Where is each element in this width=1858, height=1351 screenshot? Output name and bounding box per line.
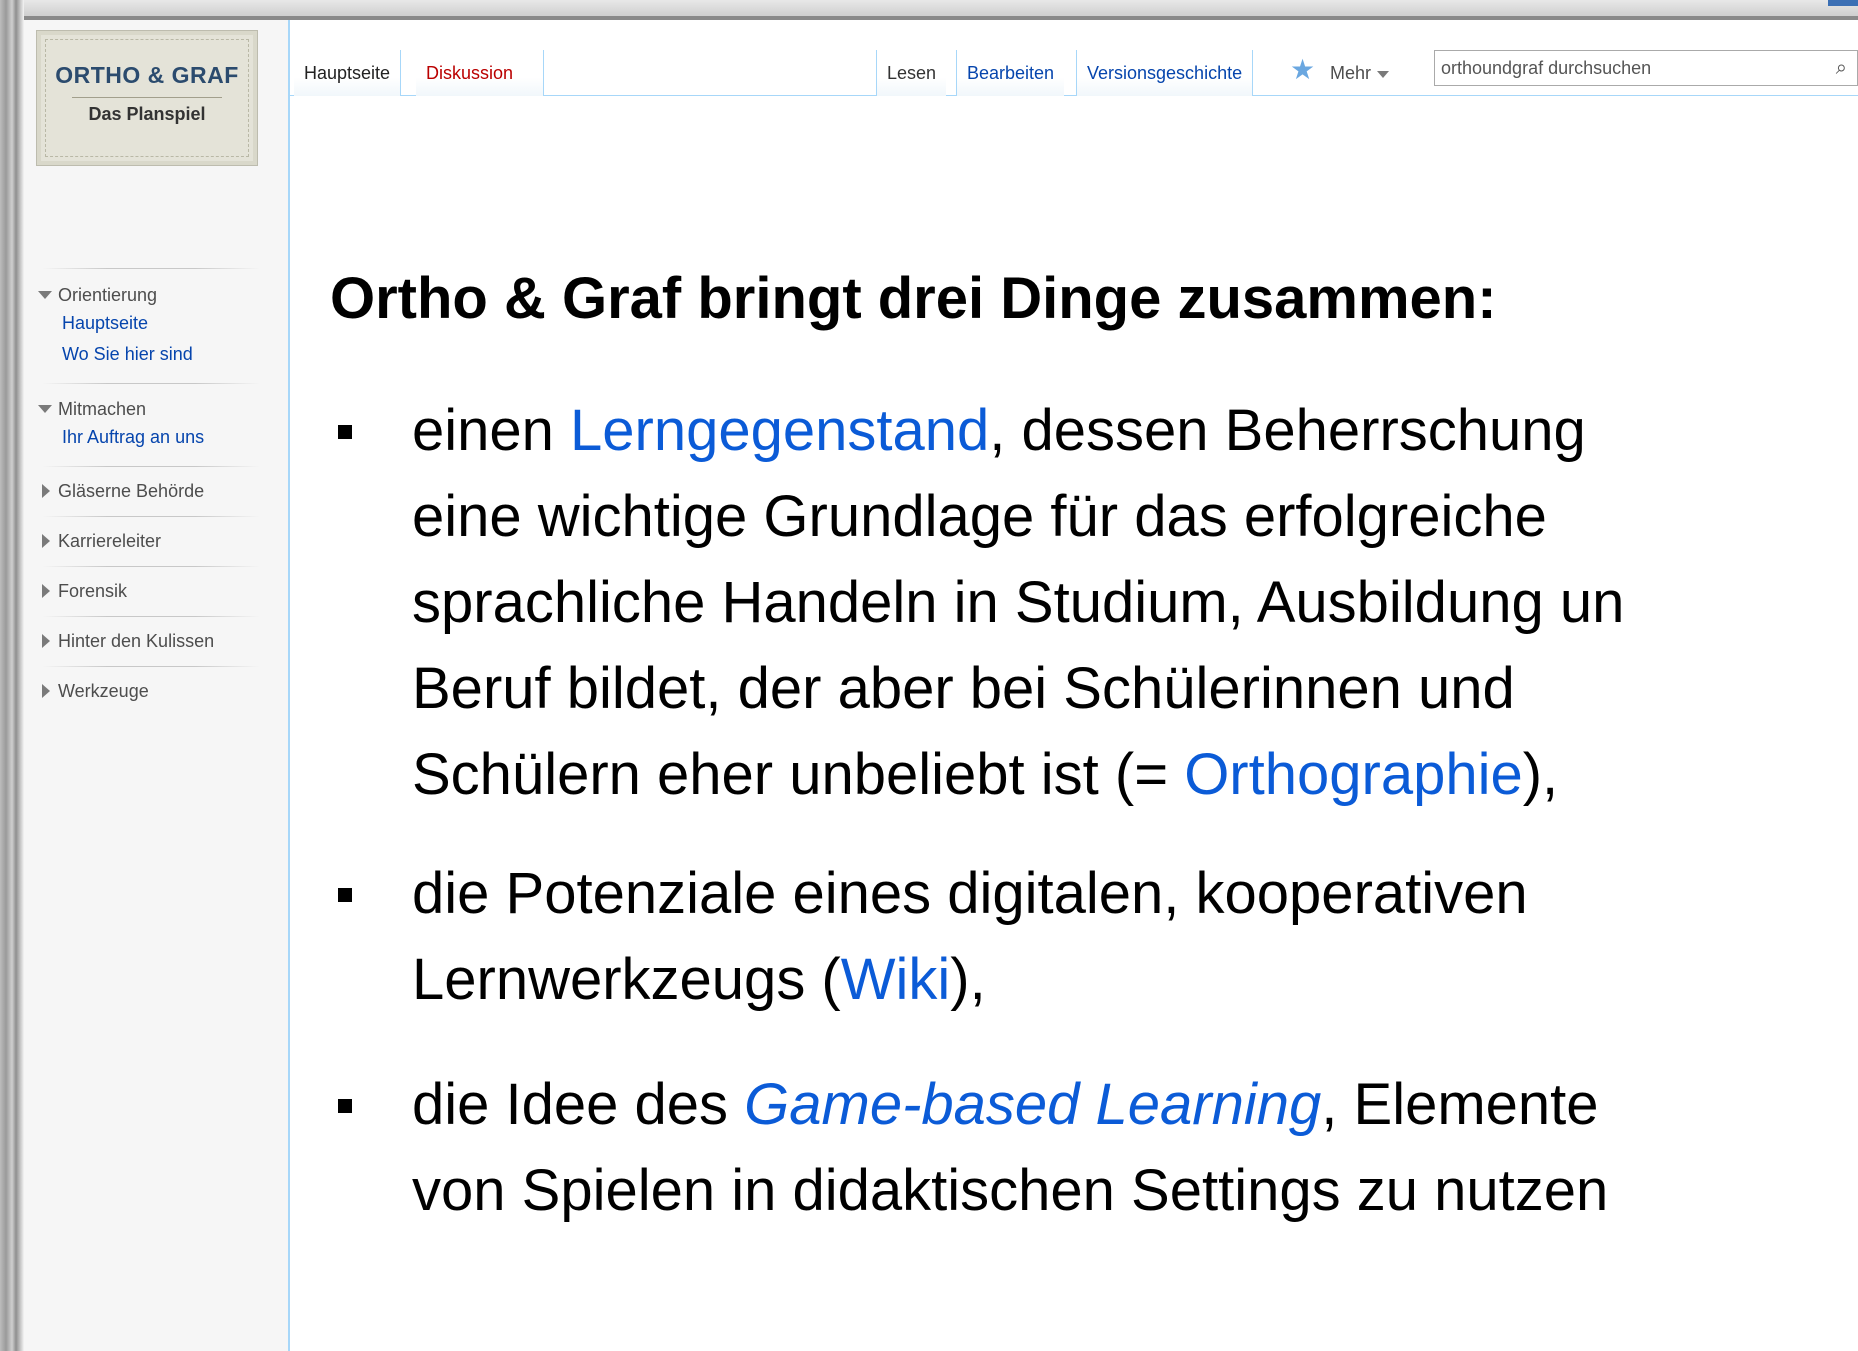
tab-diskussion[interactable]: Diskussion	[416, 50, 544, 96]
bullet-1-line-5: Schülern eher unbeliebt ist (= Orthograp…	[412, 732, 1558, 818]
expand-arrow-icon	[42, 584, 50, 598]
portal-heading-label: Werkzeuge	[58, 681, 149, 701]
bullet-marker	[338, 425, 352, 439]
portal-heading-label: Mitmachen	[58, 399, 147, 419]
more-menu[interactable]: Mehr	[1330, 50, 1390, 96]
portal-glaeserne-behoerde: Gläserne Behörde	[34, 478, 266, 504]
sidebar-item-wo-sie-hier-sind[interactable]: Wo Sie hier sind	[34, 339, 266, 370]
text-segment: Lernwerkzeugs (	[412, 947, 841, 1012]
expand-arrow-icon	[42, 634, 50, 648]
logo-title: ORTHO & GRAF	[55, 62, 239, 88]
text-segment: Schülern eher unbeliebt ist (=	[412, 742, 1185, 807]
magnifier-icon[interactable]: ⌕	[1836, 51, 1847, 85]
portal-heading-karriereleiter[interactable]: Karriereleiter	[34, 528, 266, 554]
more-menu-label: Mehr	[1330, 63, 1372, 83]
text-segment: die Idee des	[412, 1072, 745, 1137]
collapse-arrow-icon	[38, 405, 52, 413]
text-segment: , dessen Beherrschung	[989, 398, 1586, 463]
bullet-2-line-2: Lernwerkzeugs (Wiki),	[412, 937, 986, 1023]
sidebar-divider	[42, 616, 260, 617]
window-frame-top	[0, 0, 1858, 20]
search-input[interactable]: orthoundgraf durchsuchen ⌕	[1434, 50, 1858, 86]
link-game-based-learning[interactable]: Game-based Learning	[744, 1072, 1321, 1137]
site-logo[interactable]: ORTHO & GRAF Das Planspiel	[36, 30, 258, 166]
tab-bearbeiten[interactable]: Bearbeiten	[956, 50, 1065, 96]
expand-arrow-icon	[42, 534, 50, 548]
page-headline: Ortho & Graf bringt drei Dinge zusammen:	[330, 266, 1497, 331]
link-orthographie[interactable]: Orthographie	[1184, 742, 1523, 807]
sidebar-divider	[42, 666, 260, 667]
sidebar-item-hauptseite[interactable]: Hauptseite	[34, 308, 266, 339]
tab-lesen[interactable]: Lesen	[876, 50, 947, 96]
sidebar-divider	[42, 566, 260, 567]
portal-orientierung: Orientierung Hauptseite Wo Sie hier sind	[34, 282, 266, 370]
bullet-1-line-3: sprachliche Handeln in Studium, Ausbildu…	[412, 570, 1625, 635]
bullet-marker	[338, 1099, 352, 1113]
window-frame-left	[0, 0, 24, 1351]
chevron-down-icon	[1377, 70, 1390, 78]
bullet-1-line-4: Beruf bildet, der aber bei Schülerinnen …	[412, 656, 1515, 721]
sidebar: ORTHO & GRAF Das Planspiel Orientierung …	[24, 20, 290, 1351]
portal-heading-mitmachen[interactable]: Mitmachen	[34, 396, 266, 422]
logo-subtitle: Das Planspiel	[88, 104, 206, 124]
sidebar-divider	[42, 466, 260, 467]
window-corner-accent	[1828, 0, 1858, 6]
sidebar-item-ihr-auftrag[interactable]: Ihr Auftrag an uns	[34, 422, 266, 453]
portal-werkzeuge: Werkzeuge	[34, 678, 266, 704]
link-lerngegenstand[interactable]: Lerngegenstand	[570, 398, 989, 463]
portal-heading-glaeserne-behoerde[interactable]: Gläserne Behörde	[34, 478, 266, 504]
text-segment: einen	[412, 398, 571, 463]
text-segment: ),	[1522, 742, 1559, 807]
portal-heading-label: Orientierung	[58, 285, 158, 305]
portal-heading-label: Gläserne Behörde	[58, 481, 205, 501]
portal-forensik: Forensik	[34, 578, 266, 604]
sidebar-divider	[42, 268, 260, 269]
collapse-arrow-icon	[38, 291, 52, 299]
star-icon[interactable]: ★	[1290, 56, 1315, 84]
bullet-1-line-2: eine wichtige Grundlage für das erfolgre…	[412, 484, 1547, 549]
text-segment: , Elemente	[1321, 1072, 1599, 1137]
portal-heading-label: Forensik	[58, 581, 128, 601]
text-segment: ),	[950, 947, 986, 1012]
portal-mitmachen: Mitmachen Ihr Auftrag an uns	[34, 396, 266, 453]
sidebar-divider	[42, 516, 260, 517]
portal-heading-label: Karriereleiter	[58, 531, 162, 551]
portal-karriereleiter: Karriereleiter	[34, 528, 266, 554]
portal-heading-orientierung[interactable]: Orientierung	[34, 282, 266, 308]
tab-hauptseite[interactable]: Hauptseite	[294, 50, 402, 96]
bullet-marker	[338, 888, 352, 902]
bullet-3-line-1: die Idee des Game-based Learning, Elemen…	[412, 1062, 1599, 1148]
sidebar-divider	[42, 383, 260, 384]
portal-hinter-den-kulissen: Hinter den Kulissen	[34, 628, 266, 654]
bullet-3-line-2: von Spielen in didaktischen Settings zu …	[412, 1158, 1609, 1223]
logo-frame: ORTHO & GRAF Das Planspiel	[45, 39, 249, 157]
logo-divider	[72, 97, 222, 98]
bullet-1-line-1: einen Lerngegenstand, dessen Beherrschun…	[412, 388, 1586, 474]
portal-heading-werkzeuge[interactable]: Werkzeuge	[34, 678, 266, 704]
portal-heading-hinter-den-kulissen[interactable]: Hinter den Kulissen	[34, 628, 266, 654]
bullet-2-line-1: die Potenziale eines digitalen, kooperat…	[412, 861, 1528, 926]
search-placeholder: orthoundgraf durchsuchen	[1441, 58, 1652, 78]
expand-arrow-icon	[42, 484, 50, 498]
portal-heading-label: Hinter den Kulissen	[58, 631, 215, 651]
expand-arrow-icon	[42, 684, 50, 698]
link-wiki[interactable]: Wiki	[841, 947, 951, 1012]
portal-heading-forensik[interactable]: Forensik	[34, 578, 266, 604]
tab-versionsgeschichte[interactable]: Versionsgeschichte	[1076, 50, 1254, 96]
